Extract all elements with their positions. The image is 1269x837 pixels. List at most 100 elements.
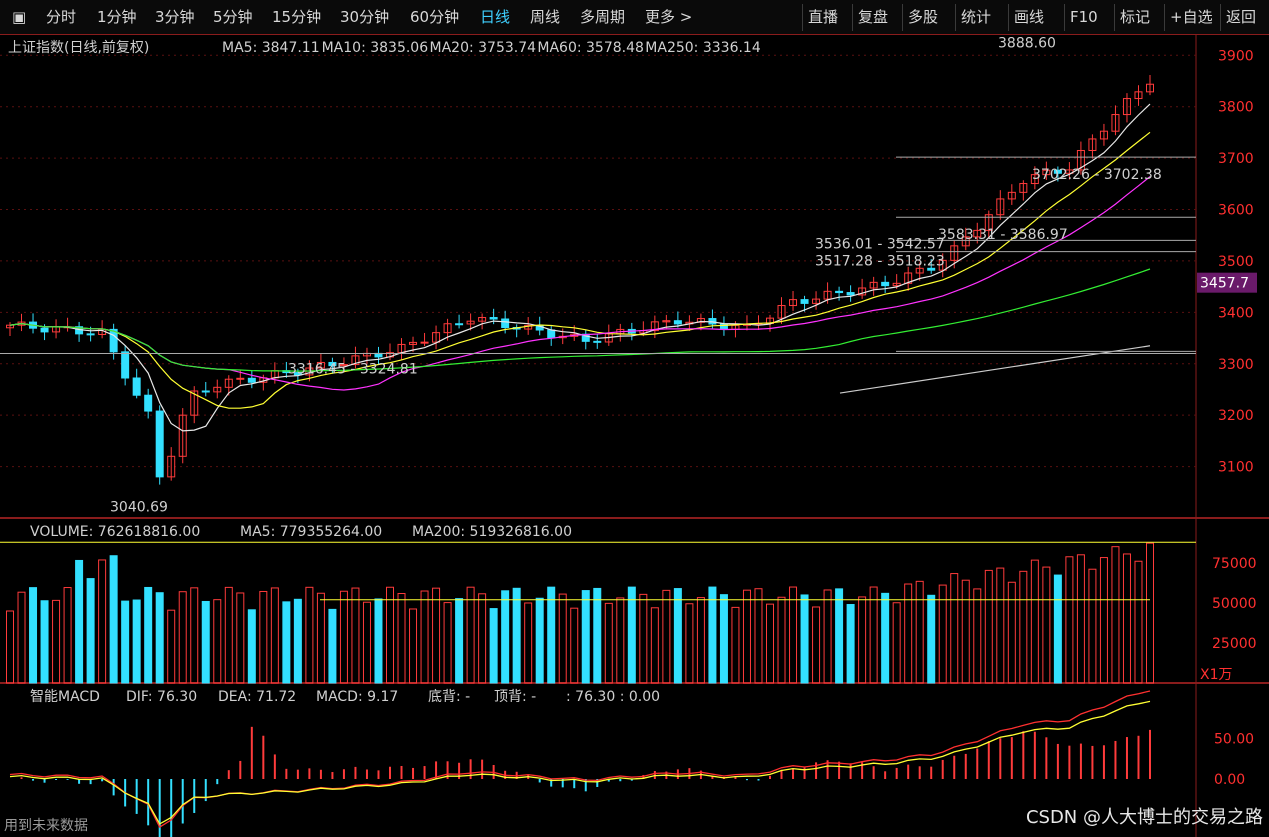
toolbar-right-1[interactable]: 复盘 xyxy=(858,6,888,28)
volume-bar xyxy=(627,586,636,684)
macd-legend-2: DEA: 71.72 xyxy=(218,689,296,705)
volume-bar xyxy=(1053,574,1062,684)
candle xyxy=(881,281,890,287)
annotation-3: 3583.31 - 3586.97 xyxy=(938,227,1068,243)
volume-bar xyxy=(201,600,210,684)
annotation-6: 3517.28 - 3518.23 xyxy=(815,254,945,270)
candle xyxy=(247,377,256,383)
toolbar-right-2[interactable]: 多股 xyxy=(908,6,938,28)
volume-unit: X1万 xyxy=(1200,667,1233,683)
candle xyxy=(501,318,510,329)
candle xyxy=(835,290,844,294)
ma-legend-4: MA250: 3336.14 xyxy=(645,40,761,56)
volume-bar xyxy=(29,587,38,684)
volume-bar xyxy=(86,578,95,684)
macd-legend-0: 智能MACD xyxy=(30,689,100,705)
price-tick: 3300 xyxy=(1218,357,1254,373)
volume-bar xyxy=(455,598,464,684)
macd-legend-5: 顶背: - xyxy=(494,689,536,705)
candle xyxy=(547,329,556,339)
volume-bar xyxy=(40,600,49,684)
volume-bar xyxy=(846,604,855,684)
toolbar-right-5[interactable]: F10 xyxy=(1070,6,1098,28)
tab-7[interactable]: 日线 xyxy=(480,6,510,28)
price-tick: 3600 xyxy=(1218,203,1254,219)
annotation-2: 3316.45 - 3324.81 xyxy=(288,361,418,377)
candle xyxy=(673,320,682,325)
price-tick: 3500 xyxy=(1218,254,1254,270)
watermark: CSDN @人大博士的交易之路 xyxy=(1025,807,1263,828)
tab-8[interactable]: 周线 xyxy=(530,6,560,28)
volume-bar xyxy=(132,599,141,684)
candle xyxy=(846,292,855,296)
annotation-0: 3888.60 xyxy=(998,35,1056,51)
vol-tick: 75000 xyxy=(1212,556,1257,572)
tab-6[interactable]: 60分钟 xyxy=(410,6,459,28)
price-tag: 3457.7 xyxy=(1200,276,1249,292)
volume-bar xyxy=(835,588,844,684)
vol-tick: 50000 xyxy=(1212,596,1257,612)
volume-bar xyxy=(927,594,936,684)
volume-bar xyxy=(155,592,164,684)
candle xyxy=(800,299,809,304)
toolbar-right-3[interactable]: 统计 xyxy=(961,6,991,28)
price-tick: 3100 xyxy=(1218,460,1254,476)
price-tick: 3900 xyxy=(1218,48,1254,64)
tab-4[interactable]: 15分钟 xyxy=(272,6,321,28)
volume-ma5: MA5: 779355264.00 xyxy=(240,524,382,540)
price-tick: 3400 xyxy=(1218,305,1254,321)
volume-bar xyxy=(374,598,383,684)
volume-bar xyxy=(501,590,510,684)
candle xyxy=(489,317,498,320)
candle xyxy=(40,327,49,333)
toolbar-right-7[interactable]: +自选 xyxy=(1170,6,1213,28)
annotation-1: 3040.69 xyxy=(110,499,168,515)
annotation-4: 3702.26 - 3702.38 xyxy=(1032,167,1162,183)
volume-bar xyxy=(247,609,256,684)
vol-tick: 25000 xyxy=(1212,636,1257,652)
toolbar-right-8[interactable]: 返回 xyxy=(1226,6,1256,28)
volume-bar xyxy=(719,594,728,684)
macd-legend-4: 底背: - xyxy=(428,689,470,705)
volume-bar xyxy=(121,600,130,684)
tab-5[interactable]: 30分钟 xyxy=(340,6,389,28)
volume-bar xyxy=(512,587,521,684)
toolbar-right-6[interactable]: 标记 xyxy=(1120,6,1150,28)
ma-legend-1: MA10: 3835.06 xyxy=(322,40,429,56)
volume-bar xyxy=(800,594,809,684)
ma-legend-2: MA20: 3753.74 xyxy=(430,40,537,56)
tab-10[interactable]: 更多 > xyxy=(645,6,692,28)
ma-legend-0: MA5: 3847.11 xyxy=(222,40,320,56)
macd-legend-1: DIF: 76.30 xyxy=(126,689,197,705)
toolbar-right-4[interactable]: 画线 xyxy=(1014,6,1044,28)
tab-3[interactable]: 5分钟 xyxy=(213,6,253,28)
volume-title: VOLUME: 762618816.00 xyxy=(30,524,200,540)
menu-icon[interactable]: ▣ xyxy=(12,6,26,28)
tab-1[interactable]: 1分钟 xyxy=(97,6,137,28)
volume-bar xyxy=(328,608,337,684)
candle xyxy=(593,340,602,343)
toolbar-right-0[interactable]: 直播 xyxy=(808,6,838,28)
future-data-note: 用到未来数据 xyxy=(4,818,88,834)
volume-bar xyxy=(109,555,118,684)
volume-bar xyxy=(581,590,590,684)
volume-bar xyxy=(593,587,602,684)
volume-bar xyxy=(881,592,890,684)
volume-bar xyxy=(282,601,291,684)
tab-2[interactable]: 3分钟 xyxy=(155,6,195,28)
candle xyxy=(86,333,95,336)
period-toolbar: 分时 1分钟 3分钟 5分钟 15分钟 30分钟 60分钟 日线 周线 多周期 更多 > 直播 复盘 多股… xyxy=(0,0,1269,35)
volume-bar xyxy=(144,586,153,684)
tab-9[interactable]: 多周期 xyxy=(580,6,625,28)
candle xyxy=(155,410,164,478)
candle xyxy=(455,323,464,326)
ma-legend-3: MA60: 3578.48 xyxy=(537,40,644,56)
annotation-5: 3536.01 - 3542.57 xyxy=(815,236,945,252)
candle xyxy=(132,377,141,396)
macd-tick: 50.00 xyxy=(1214,732,1254,748)
tab-0[interactable]: 分时 xyxy=(46,6,76,28)
candle xyxy=(420,341,429,344)
macd-legend-3: MACD: 9.17 xyxy=(316,689,398,705)
price-tick: 3700 xyxy=(1218,151,1254,167)
chart-area: 3100 3200 3300 3400 3500 3600 3700 3800 3900 上证指数… xyxy=(0,35,1269,837)
